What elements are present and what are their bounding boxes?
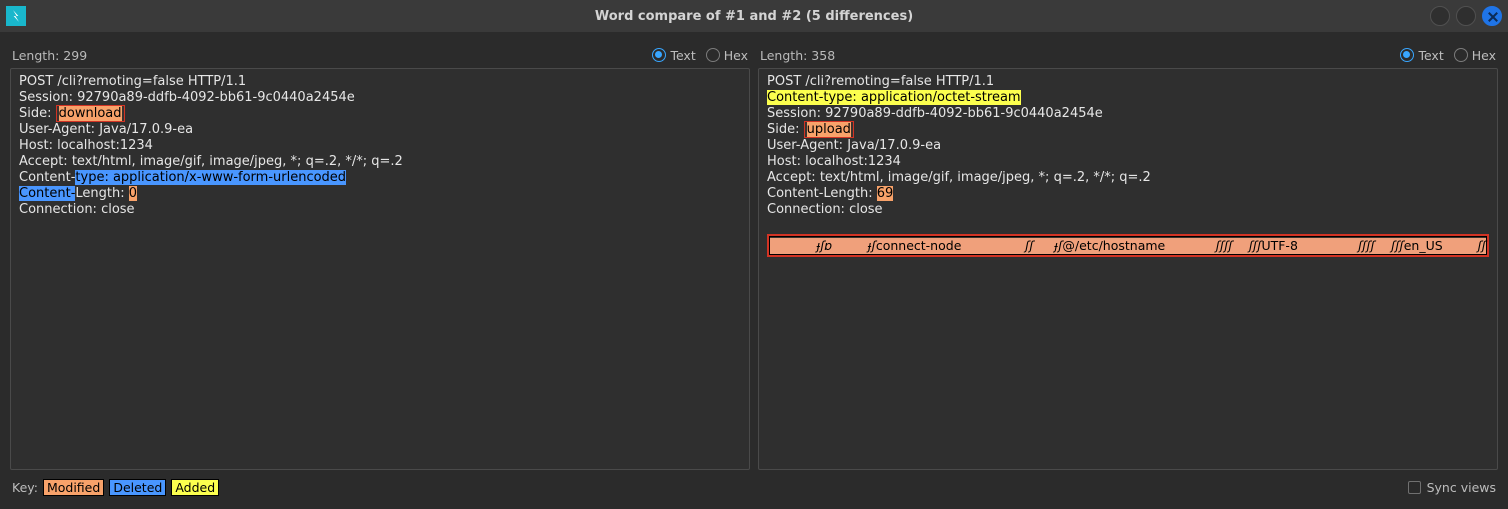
- left-message: POST /cli?remoting=false HTTP/1.1 Sessio…: [19, 74, 741, 218]
- diff-modified: 0: [129, 186, 137, 201]
- msg-line-prefix: Side:: [767, 122, 804, 137]
- diff-deleted: type: application/x-www-form-urlencoded: [75, 170, 346, 185]
- diff-modified: upload: [804, 121, 854, 138]
- radio-dot-icon: [1400, 48, 1414, 62]
- msg-line: Session: 92790a89-ddfb-4092-bb61-9c0440a…: [19, 90, 355, 105]
- msg-line: Connection: close: [19, 202, 135, 217]
- msg-line-prefix: Content-: [19, 170, 75, 185]
- diff-deleted: Content-: [19, 186, 75, 201]
- left-hex-mode-radio[interactable]: Hex: [706, 48, 748, 63]
- app-icon: [6, 6, 26, 26]
- left-view-mode-group: Text Hex: [652, 48, 748, 63]
- diff-key-legend: Key: Modified Deleted Added: [12, 479, 219, 496]
- title-bar: Word compare of #1 and #2 (5 differences…: [0, 0, 1508, 32]
- msg-line: User-Agent: Java/17.0.9-ea: [19, 122, 193, 137]
- right-hex-mode-radio[interactable]: Hex: [1454, 48, 1496, 63]
- right-pane: Length: 358 Text Hex POST /cli?remoting=…: [758, 42, 1498, 470]
- left-length-label: Length: 299: [12, 48, 87, 63]
- diff-modified: download: [56, 105, 125, 122]
- sync-views-label: Sync views: [1427, 480, 1496, 495]
- radio-label: Hex: [724, 48, 748, 63]
- right-length-label: Length: 358: [760, 48, 835, 63]
- key-deleted-swatch: Deleted: [109, 479, 166, 496]
- radio-label: Hex: [1472, 48, 1496, 63]
- left-pane-header: Length: 299 Text Hex: [10, 42, 750, 68]
- right-view-mode-group: Text Hex: [1400, 48, 1496, 63]
- right-message: POST /cli?remoting=false HTTP/1.1 Conten…: [767, 74, 1489, 257]
- diff-modified: 69: [877, 186, 894, 201]
- msg-line-prefix: Content-Length:: [767, 186, 877, 201]
- minimize-button[interactable]: [1430, 6, 1450, 26]
- window-controls: [1430, 6, 1502, 26]
- diff-binary-block: ɟʃɒ ɟʃ connect-node ʃʃ ɟʃ @/etc/hostname…: [767, 234, 1489, 257]
- msg-line-mid: Length:: [75, 186, 128, 201]
- msg-line: Accept: text/html, image/gif, image/jpeg…: [19, 154, 403, 169]
- radio-dot-icon: [652, 48, 666, 62]
- radio-dot-icon: [1454, 48, 1468, 62]
- key-label: Key:: [12, 480, 38, 495]
- radio-dot-icon: [706, 48, 720, 62]
- checkbox-icon: [1408, 481, 1421, 494]
- right-pane-header: Length: 358 Text Hex: [758, 42, 1498, 68]
- radio-label: Text: [1418, 48, 1443, 63]
- msg-line: Accept: text/html, image/gif, image/jpeg…: [767, 170, 1151, 185]
- msg-line: Host: localhost:1234: [19, 138, 153, 153]
- left-pane: Length: 299 Text Hex POST /cli?remoting=…: [10, 42, 750, 470]
- msg-line-prefix: Side:: [19, 106, 56, 121]
- msg-line: Session: 92790a89-ddfb-4092-bb61-9c0440a…: [767, 106, 1103, 121]
- compare-panes: Length: 299 Text Hex POST /cli?remoting=…: [0, 32, 1508, 470]
- key-added-swatch: Added: [171, 479, 219, 496]
- key-modified-swatch: Modified: [43, 479, 104, 496]
- right-text-mode-radio[interactable]: Text: [1400, 48, 1443, 63]
- maximize-button[interactable]: [1456, 6, 1476, 26]
- diff-added: Content-type: application/octet-stream: [767, 90, 1021, 105]
- legend-row: Key: Modified Deleted Added Sync views: [0, 470, 1508, 498]
- msg-line: User-Agent: Java/17.0.9-ea: [767, 138, 941, 153]
- msg-line: POST /cli?remoting=false HTTP/1.1: [767, 74, 994, 89]
- left-text-mode-radio[interactable]: Text: [652, 48, 695, 63]
- window-title: Word compare of #1 and #2 (5 differences…: [0, 9, 1508, 24]
- msg-line: Host: localhost:1234: [767, 154, 901, 169]
- right-pane-body[interactable]: POST /cli?remoting=false HTTP/1.1 Conten…: [758, 68, 1498, 470]
- left-pane-body[interactable]: POST /cli?remoting=false HTTP/1.1 Sessio…: [10, 68, 750, 470]
- sync-views-checkbox[interactable]: Sync views: [1408, 480, 1496, 495]
- close-button[interactable]: [1482, 6, 1502, 26]
- msg-line: POST /cli?remoting=false HTTP/1.1: [19, 74, 246, 89]
- msg-line: Connection: close: [767, 202, 883, 217]
- radio-label: Text: [670, 48, 695, 63]
